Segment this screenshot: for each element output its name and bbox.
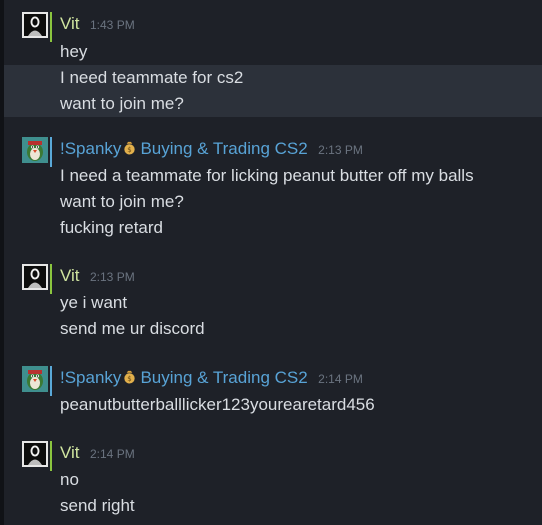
dark-figure-avatar-icon bbox=[22, 264, 48, 290]
message-group-spanky-2: !Spanky $ Buying & Trading CS2 2:14 PM p… bbox=[4, 366, 542, 422]
dark-figure-avatar-icon bbox=[22, 12, 48, 38]
author-name[interactable]: !Spanky bbox=[60, 139, 121, 158]
message-line[interactable]: I need a teammate for licking peanut but… bbox=[4, 163, 542, 189]
message-header: !Spanky $ Buying & Trading CS2 2:13 PM bbox=[60, 138, 363, 160]
message-line[interactable]: want to join me? bbox=[4, 91, 542, 117]
timestamp: 2:13 PM bbox=[90, 270, 135, 284]
message-group-vit-1: Vit 1:43 PM hey I need teammate for cs2 … bbox=[4, 12, 542, 120]
svg-text:$: $ bbox=[128, 374, 132, 383]
message-line[interactable]: I need teammate for cs2 bbox=[4, 65, 542, 91]
message-group-spanky-1: !Spanky $ Buying & Trading CS2 2:13 PM I… bbox=[4, 137, 542, 245]
author-name[interactable]: Vit bbox=[60, 443, 80, 462]
message-header: Vit 1:43 PM bbox=[60, 13, 135, 35]
message-header: !Spanky $ Buying & Trading CS2 2:14 PM bbox=[60, 367, 363, 389]
ingame-status-bar bbox=[50, 12, 52, 42]
author-name-suffix[interactable]: Buying & Trading CS2 bbox=[140, 139, 307, 158]
message-line[interactable]: want to join me? bbox=[4, 189, 542, 215]
message-line[interactable]: send right bbox=[4, 493, 542, 519]
message-line[interactable]: send me ur discord bbox=[4, 316, 542, 342]
message-line[interactable]: ye i want bbox=[4, 290, 542, 316]
timestamp: 2:14 PM bbox=[90, 447, 135, 461]
message-line[interactable]: hey bbox=[4, 39, 542, 65]
message-header: Vit 2:14 PM bbox=[60, 442, 135, 464]
message-line[interactable]: peanutbutterballlicker123yourearetard456 bbox=[4, 392, 542, 418]
message-group-vit-2: Vit 2:13 PM ye i want send me ur discord bbox=[4, 264, 542, 346]
money-bag-icon: $ bbox=[124, 141, 136, 155]
message-header: Vit 2:13 PM bbox=[60, 265, 135, 287]
money-bag-icon: $ bbox=[124, 370, 136, 384]
timestamp: 2:14 PM bbox=[318, 372, 363, 386]
message-line[interactable]: no bbox=[4, 467, 542, 493]
penguin-avatar-icon bbox=[22, 366, 48, 392]
message-line[interactable]: fucking retard bbox=[4, 215, 542, 241]
svg-text:$: $ bbox=[128, 145, 132, 154]
timestamp: 1:43 PM bbox=[90, 18, 135, 32]
timestamp: 2:13 PM bbox=[318, 143, 363, 157]
dark-figure-avatar-icon bbox=[22, 441, 48, 467]
author-name[interactable]: Vit bbox=[60, 266, 80, 285]
author-name-suffix[interactable]: Buying & Trading CS2 bbox=[140, 368, 307, 387]
author-name[interactable]: Vit bbox=[60, 14, 80, 33]
vit-avatar[interactable] bbox=[22, 12, 52, 42]
message-group-vit-3: Vit 2:14 PM no send right bbox=[4, 441, 542, 523]
author-name[interactable]: !Spanky bbox=[60, 368, 121, 387]
penguin-avatar-icon bbox=[22, 137, 48, 163]
